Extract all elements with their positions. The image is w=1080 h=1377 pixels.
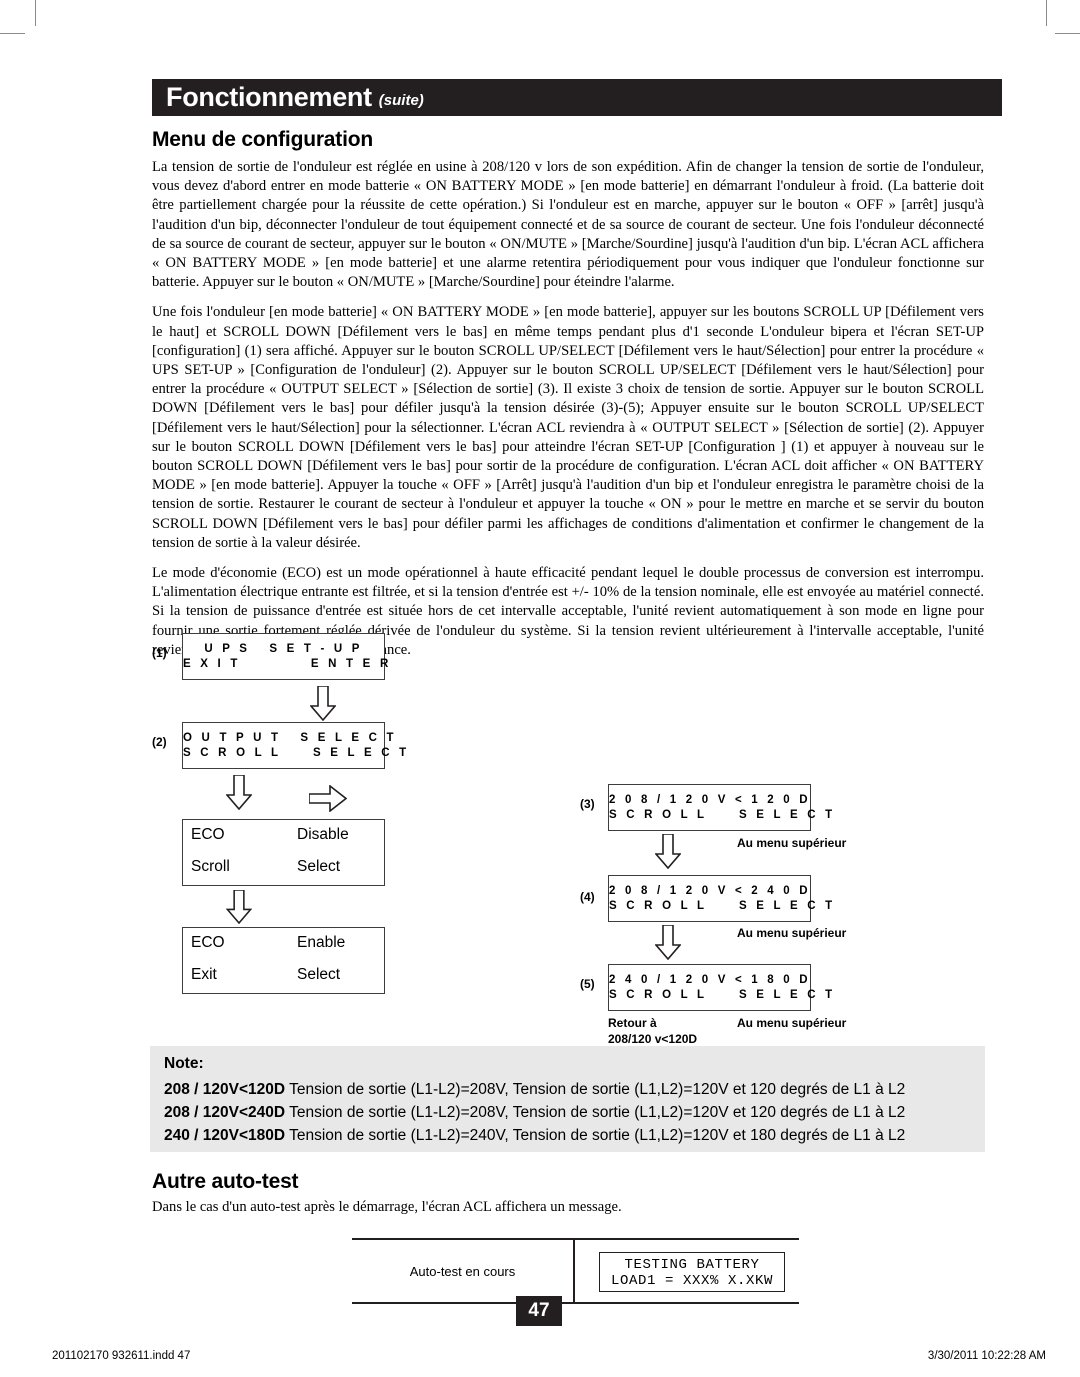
lcd-box-208-120v-240d-line2: S C R O L L S E L E C T [609,900,836,912]
note-row-3-text: Tension de sortie (L1-L2)=240V, Tension … [285,1127,906,1144]
paragraph-2: Une fois l'onduleur [en mode batterie] «… [152,304,984,551]
arrow-down-icon-step4-to-step5 [655,925,681,960]
note-row-2-text: Tension de sortie (L1-L2)=208V, Tension … [285,1104,906,1121]
lcd-box-240-120v-180d-line2: S C R O L L S E L E C T [609,989,836,1001]
eco-disable-label-left-bottom: Scroll [191,858,230,875]
side-note-au-menu-superieur-3: Au menu supérieur [737,836,847,850]
return-label-line2: 208/120 v<120D [608,1032,698,1046]
autotest-table-top-rule [352,1238,799,1241]
footer-timestamp: 3/30/2011 10:22:28 AM [927,1350,1046,1362]
lcd-box-output-select-line1: O U T P U T S E L E C T [183,732,397,744]
arrow-down-icon-eco-disable-to-enable [226,890,252,924]
lcd-box-208-120v-120d: 2 0 8 / 1 2 0 V < 1 2 0 D S C R O L L S … [608,784,836,831]
page-number-badge: 47 [516,1296,562,1326]
crop-mark-top-right-vertical [1046,0,1047,26]
side-note-au-menu-superieur-5: Au menu supérieur [737,1016,847,1030]
note-row-1-text: Tension de sortie (L1-L2)=208V, Tension … [285,1081,906,1098]
autotest-status-label: Auto-test en cours [409,1264,516,1279]
lcd-box-eco-enable: ECO Enable Exit Select [182,927,385,994]
setup-menu-flow-diagram: (1) U P S S E T - U P E X I T E N T E R … [152,622,984,1046]
lcd-box-testing-battery: TESTING BATTERY LOAD1 = XXX% X.XKW [599,1252,785,1292]
step-number-4: (4) [580,890,595,904]
section-heading-autre-auto-test: Autre auto-test [152,1170,299,1193]
body-paragraphs: La tension de sortie de l'onduleur est r… [152,158,984,660]
lcd-box-output-select-line2: S C R O L L S E L E C T [183,747,410,759]
step-number-2: (2) [152,735,167,749]
crop-mark-top-left-vertical [35,0,36,26]
note-row-2: 208 / 120V<240D Tension de sortie (L1-L2… [164,1101,973,1124]
side-note-au-menu-superieur-4: Au menu supérieur [737,926,847,940]
crop-mark-top-right-horizontal [1055,33,1080,34]
note-row-3: 240 / 120V<180D Tension de sortie (L1-L2… [164,1124,973,1147]
lcd-box-ups-setup: U P S S E T - U P E X I T E N T E R [182,633,392,680]
arrow-down-icon-step2-to-eco [226,775,252,810]
lcd-box-208-120v-120d-line2: S C R O L L S E L E C T [609,809,836,821]
crop-mark-top-left-horizontal [0,33,25,34]
step-number-3: (3) [580,797,595,811]
page-canvas: Fonctionnement (suite) Menu de configura… [0,0,1080,1377]
autotest-table: Auto-test en cours TESTING BATTERY LOAD1… [352,1238,799,1305]
lcd-box-240-120v-180d: 2 4 0 / 1 2 0 V < 1 8 0 D S C R O L L S … [608,964,836,1011]
lcd-box-240-120v-180d-line1: 2 4 0 / 1 2 0 V < 1 8 0 D [609,974,811,986]
lcd-testing-battery-line2: LOAD1 = XXX% X.XKW [610,1273,774,1289]
lcd-box-208-120v-240d: 2 0 8 / 1 2 0 V < 2 4 0 D S C R O L L S … [608,875,836,922]
eco-enable-value-right-bottom: Select [297,966,341,983]
note-box: Note: 208 / 120V<120D Tension de sortie … [150,1046,985,1152]
lcd-box-208-120v-240d-line1: 2 0 8 / 1 2 0 V < 2 4 0 D [609,885,811,897]
note-title: Note: [164,1055,204,1072]
note-row-1: 208 / 120V<120D Tension de sortie (L1-L2… [164,1078,973,1101]
eco-disable-value-right-top: Disable [297,826,349,843]
step-number-1: (1) [152,646,167,660]
page-title-suffix: (suite) [378,92,424,109]
lcd-box-ups-setup-line2: E X I T E N T E R [183,658,392,670]
paragraph-1: La tension de sortie de l'onduleur est r… [152,159,984,291]
eco-enable-value-right-top: Enable [297,934,346,951]
note-row-1-code: 208 / 120V<120D [164,1081,286,1098]
autotest-table-bottom-rule [352,1302,799,1305]
lcd-box-eco-disable: ECO Disable Scroll Select [182,819,385,886]
autotest-intro-text: Dans le cas d'un auto-test après le déma… [152,1199,622,1215]
arrow-right-icon-step2-to-step3 [309,785,347,812]
return-label-line1: Retour à [608,1016,657,1030]
eco-disable-label-left-top: ECO [191,826,225,843]
eco-enable-label-left-top: ECO [191,934,225,951]
section-heading-menu-configuration: Menu de configuration [152,128,373,151]
lcd-testing-battery-line1: TESTING BATTERY [624,1257,760,1273]
eco-disable-value-right-bottom: Select [297,858,341,875]
lcd-box-ups-setup-line1: U P S S E T - U P [204,643,363,655]
arrow-down-icon-step1-to-step2 [310,686,336,721]
autotest-table-divider [573,1240,575,1303]
lcd-box-208-120v-120d-line1: 2 0 8 / 1 2 0 V < 1 2 0 D [609,794,811,806]
eco-enable-label-left-bottom: Exit [191,966,217,983]
footer-file-info: 201102170 932611.indd 47 [52,1350,191,1362]
page-header-bar: Fonctionnement (suite) [152,79,1002,116]
lcd-box-output-select: O U T P U T S E L E C T S C R O L L S E … [182,722,410,769]
note-row-3-code: 240 / 120V<180D [164,1127,286,1144]
step-number-5: (5) [580,977,595,991]
note-row-2-code: 208 / 120V<240D [164,1104,286,1121]
arrow-down-icon-step3-to-step4 [655,834,681,869]
page-title: Fonctionnement [166,82,372,112]
